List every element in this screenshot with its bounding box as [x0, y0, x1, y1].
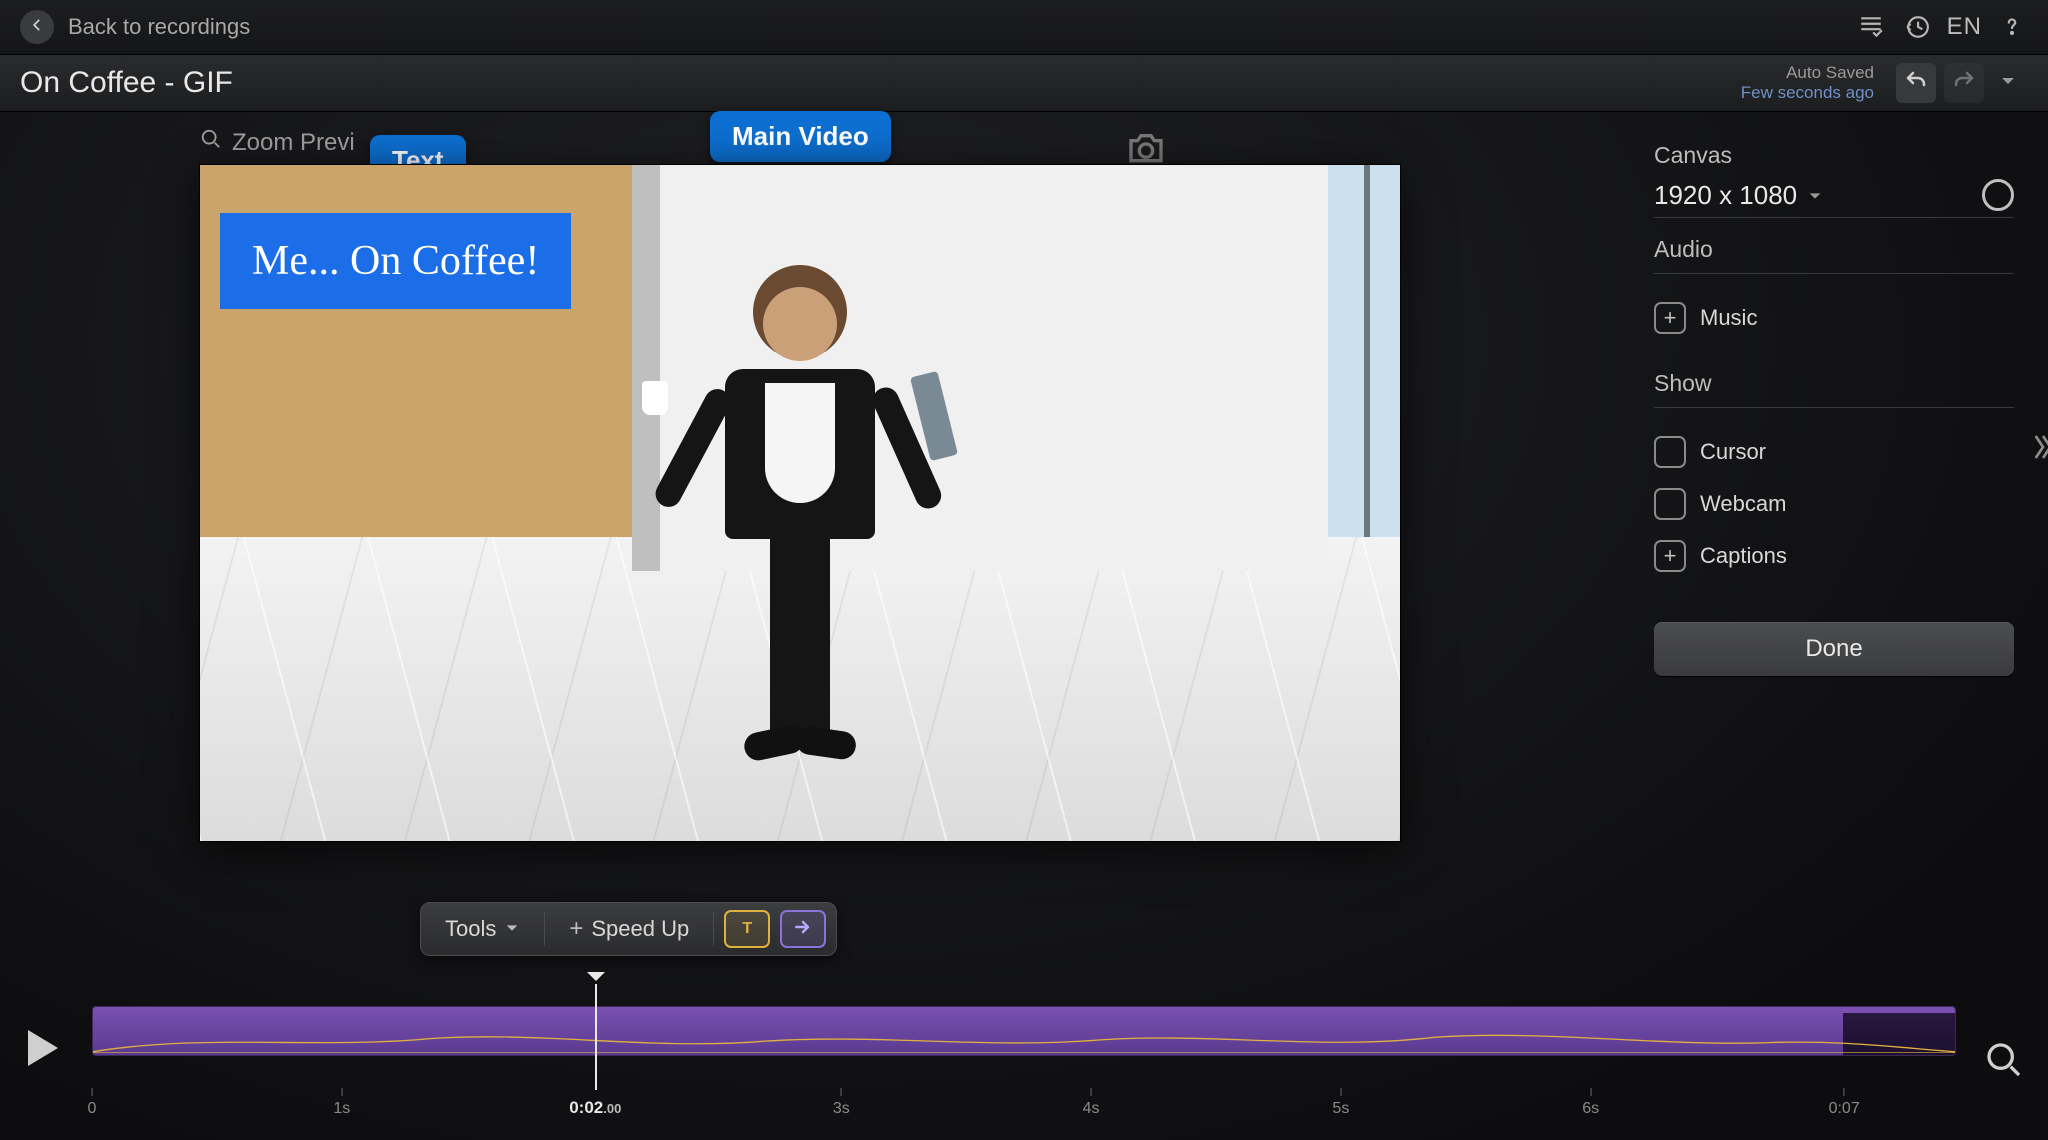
stage: Text Main Video Me.. [200, 165, 1400, 841]
audio-section-title: Audio [1654, 236, 2014, 263]
back-button[interactable] [20, 10, 54, 44]
timeline-area: 0:02.00 01s3s4s5s6s0:07 [0, 950, 2048, 1140]
show-webcam-row[interactable]: Webcam [1654, 478, 2014, 530]
document-title: On Coffee - GIF [20, 66, 233, 100]
tools-dropdown[interactable]: Tools [431, 910, 534, 948]
callout-main-video: Main Video [710, 111, 891, 162]
chevrons-right-icon [2032, 442, 2048, 467]
captions-label: Captions [1700, 543, 1787, 569]
callout-main-video-label: Main Video [732, 121, 869, 151]
show-captions-row[interactable]: + Captions [1654, 530, 2014, 582]
plus-icon: + [1654, 540, 1686, 572]
transition-tool-chip[interactable] [780, 910, 826, 948]
show-section-title: Show [1654, 370, 2014, 397]
timeline-ruler: 01s3s4s5s6s0:07 [92, 1088, 1956, 1118]
webcam-label: Webcam [1700, 491, 1786, 517]
transition-icon [793, 917, 813, 942]
music-label: Music [1700, 305, 1757, 331]
autosave-label: Auto Saved [1741, 63, 1874, 83]
cursor-label: Cursor [1700, 439, 1766, 465]
redo-button[interactable] [1944, 63, 1984, 103]
arrow-left-icon [30, 18, 44, 37]
stage-column: Zoom Previ Text Main Video [0, 112, 1630, 912]
ruler-tick: 5s [1332, 1088, 1349, 1118]
chevron-down-icon [1807, 180, 1823, 211]
main-area: Zoom Previ Text Main Video [0, 112, 2048, 912]
redo-icon [1952, 69, 1976, 98]
playhead[interactable] [595, 984, 597, 1090]
title-bar: On Coffee - GIF Auto Saved Few seconds a… [0, 55, 2048, 112]
video-track[interactable] [92, 1006, 1956, 1056]
search-icon [200, 128, 222, 157]
text-tool-chip[interactable]: T [724, 910, 770, 948]
play-icon [16, 1059, 64, 1076]
help-icon[interactable] [1996, 11, 2028, 43]
canvas-section-title: Canvas [1654, 142, 2014, 169]
ruler-tick: 6s [1582, 1088, 1599, 1118]
side-panel: Canvas 1920 x 1080 Audio + Music Show Cu… [1630, 112, 2048, 912]
snapshot-button[interactable] [1126, 132, 1170, 168]
plus-icon: + [1654, 302, 1686, 334]
done-label: Done [1805, 635, 1862, 663]
chevron-down-icon [1999, 72, 2017, 95]
chevron-down-icon [504, 916, 520, 942]
search-icon [1984, 1067, 2024, 1084]
video-canvas[interactable]: Me... On Coffee! [200, 165, 1400, 841]
text-overlay[interactable]: Me... On Coffee! [220, 213, 571, 309]
checkbox-webcam[interactable] [1654, 488, 1686, 520]
undo-button[interactable] [1896, 63, 1936, 103]
canvas-row: 1920 x 1080 [1654, 179, 2014, 211]
canvas-size-value: 1920 x 1080 [1654, 180, 1797, 211]
plus-icon: + [569, 915, 583, 943]
timeline-zoom-button[interactable] [1984, 1040, 2028, 1084]
play-button[interactable] [16, 1024, 68, 1076]
history-icon[interactable] [1901, 11, 1933, 43]
text-icon: T [742, 920, 752, 938]
canvas-color-swatch[interactable] [1982, 179, 2014, 211]
canvas-size-dropdown[interactable]: 1920 x 1080 [1654, 180, 1823, 211]
app-bar: Back to recordings EN [0, 0, 2048, 55]
language-switch[interactable]: EN [1947, 13, 1982, 41]
timeline-track-wrap: 0:02.00 01s3s4s5s6s0:07 [92, 1006, 1956, 1084]
speed-up-button[interactable]: + Speed Up [555, 909, 703, 949]
ruler-tick: 0:07 [1829, 1088, 1860, 1118]
tools-label: Tools [445, 916, 496, 942]
checkbox-cursor[interactable] [1654, 436, 1686, 468]
speed-up-label: Speed Up [591, 916, 689, 942]
autosave-status: Auto Saved Few seconds ago [1741, 63, 1874, 104]
add-music-row[interactable]: + Music [1654, 292, 2014, 344]
history-menu[interactable] [1988, 63, 2028, 103]
done-button[interactable]: Done [1654, 622, 2014, 676]
show-cursor-row[interactable]: Cursor [1654, 426, 2014, 478]
ruler-tick: 4s [1083, 1088, 1100, 1118]
undo-icon [1904, 69, 1928, 98]
expand-panel-button[interactable] [2032, 432, 2048, 468]
zoom-preview-label: Zoom Previ [232, 129, 355, 157]
ruler-tick: 3s [833, 1088, 850, 1118]
autosave-time[interactable]: Few seconds ago [1741, 83, 1874, 103]
timeline-tools-bar: Tools + Speed Up T [420, 902, 837, 956]
ruler-tick: 1s [333, 1088, 350, 1118]
back-label[interactable]: Back to recordings [68, 14, 250, 40]
audio-waveform [93, 1027, 1955, 1053]
tasks-icon[interactable] [1855, 11, 1887, 43]
person-graphic [710, 287, 890, 757]
ruler-tick: 0 [88, 1088, 97, 1118]
